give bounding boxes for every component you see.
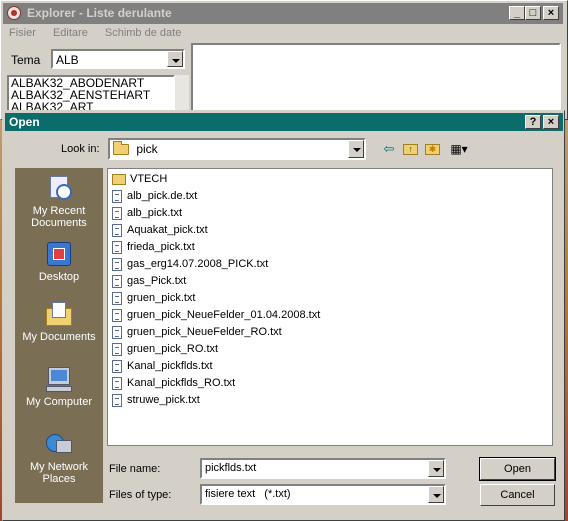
open-button[interactable]: Open bbox=[479, 457, 556, 481]
menu-fisier[interactable]: Fisier bbox=[9, 27, 36, 39]
file-name-input[interactable]: pickflds.txt bbox=[200, 458, 446, 479]
list-item[interactable]: gas_Pick.txt bbox=[112, 273, 186, 289]
file-name-label: File name: bbox=[109, 463, 161, 475]
place-my-network-places[interactable]: My Network Places bbox=[15, 430, 103, 485]
places-bar: My Recent Documents Desktop My Documents… bbox=[15, 168, 103, 503]
text-file-icon bbox=[112, 325, 122, 339]
explorer-title: Explorer - Liste derulante bbox=[27, 6, 172, 20]
desktop-icon bbox=[44, 240, 74, 268]
place-my-documents[interactable]: My Documents bbox=[15, 300, 103, 343]
chevron-down-icon[interactable] bbox=[428, 460, 444, 477]
text-file-icon bbox=[112, 223, 122, 237]
up-folder-icon[interactable]: ↑ bbox=[403, 141, 419, 157]
look-in-value: pick bbox=[136, 142, 158, 156]
text-file-icon bbox=[112, 274, 122, 288]
menu-editare[interactable]: Editare bbox=[53, 27, 88, 39]
files-of-type-value: fisiere text (*.txt) bbox=[205, 488, 291, 500]
tema-label: Tema bbox=[11, 53, 41, 67]
open-dialog: Open ? × Look in: pick ⇦ ↑ ✱ ▦▾ My Recen… bbox=[2, 110, 565, 521]
list-scrollbar[interactable] bbox=[175, 75, 189, 115]
look-in-select[interactable]: pick bbox=[108, 138, 366, 160]
view-menu-icon[interactable]: ▦▾ bbox=[447, 141, 471, 157]
list-item[interactable]: frieda_pick.txt bbox=[112, 239, 195, 255]
list-item[interactable]: Kanal_pickflds.txt bbox=[112, 358, 213, 374]
place-my-computer[interactable]: My Computer bbox=[15, 365, 103, 408]
text-file-icon bbox=[112, 291, 122, 305]
back-icon[interactable]: ⇦ bbox=[381, 141, 397, 157]
maximize-button[interactable]: □ bbox=[525, 6, 541, 20]
chevron-down-icon[interactable] bbox=[167, 51, 183, 67]
explorer-title-bar[interactable]: Explorer - Liste derulante _ □ × bbox=[3, 3, 563, 24]
list-item[interactable]: gas_erg14.07.2008_PICK.txt bbox=[112, 256, 268, 272]
explorer-window: Explorer - Liste derulante _ □ × Fisier … bbox=[0, 0, 568, 120]
list-item[interactable]: VTECH bbox=[112, 171, 167, 187]
tema-value: ALB bbox=[56, 53, 79, 67]
network-places-icon bbox=[44, 430, 74, 458]
place-my-recent-documents[interactable]: My Recent Documents bbox=[15, 174, 103, 229]
tema-select[interactable]: ALB bbox=[51, 49, 185, 69]
text-file-icon bbox=[112, 342, 122, 356]
text-file-icon bbox=[112, 359, 122, 373]
place-label: My Computer bbox=[25, 396, 93, 408]
place-label: My Recent Documents bbox=[31, 205, 87, 229]
list-item[interactable]: gruen_pick_RO.txt bbox=[112, 341, 218, 357]
text-file-icon bbox=[112, 240, 122, 254]
my-documents-icon bbox=[44, 300, 74, 328]
my-computer-icon bbox=[44, 365, 74, 393]
place-label: Desktop bbox=[38, 271, 80, 283]
list-item[interactable]: gruen_pick_NeueFelder_RO.txt bbox=[112, 324, 282, 340]
list-item[interactable]: alb_pick.txt bbox=[112, 205, 182, 221]
list-item[interactable]: gruen_pick.txt bbox=[112, 290, 195, 306]
list-item[interactable]: Aquakat_pick.txt bbox=[112, 222, 208, 238]
files-of-type-label: Files of type: bbox=[109, 489, 172, 501]
app-icon bbox=[7, 6, 21, 20]
new-folder-icon[interactable]: ✱ bbox=[425, 141, 441, 157]
minimize-button[interactable]: _ bbox=[509, 6, 525, 20]
list-item[interactable]: Kanal_pickflds_RO.txt bbox=[112, 375, 235, 391]
chevron-down-icon[interactable] bbox=[428, 486, 444, 503]
folder-icon bbox=[113, 141, 129, 156]
dialog-title: Open bbox=[9, 115, 40, 129]
list-item[interactable]: alb_pick.de.txt bbox=[112, 188, 197, 204]
files-of-type-select[interactable]: fisiere text (*.txt) bbox=[200, 484, 446, 505]
close-window-button[interactable]: × bbox=[543, 6, 559, 20]
close-dialog-button[interactable]: × bbox=[543, 115, 559, 129]
text-file-icon bbox=[112, 189, 122, 203]
text-file-icon bbox=[112, 206, 122, 220]
text-file-icon bbox=[112, 393, 122, 407]
help-button[interactable]: ? bbox=[525, 115, 541, 129]
place-label: My Documents bbox=[22, 331, 96, 343]
file-name-value: pickflds.txt bbox=[205, 462, 257, 474]
content-panel bbox=[191, 43, 561, 115]
menu-schimb-de-date[interactable]: Schimb de date bbox=[105, 27, 181, 39]
cancel-button[interactable]: Cancel bbox=[480, 484, 555, 506]
place-desktop[interactable]: Desktop bbox=[15, 240, 103, 283]
list-item[interactable]: gruen_pick_NeueFelder_01.04.2008.txt bbox=[112, 307, 320, 323]
text-file-icon bbox=[112, 308, 122, 322]
look-in-label: Look in: bbox=[61, 143, 100, 155]
menu-bar: Fisier Editare Schimb de date bbox=[9, 27, 195, 39]
text-file-icon bbox=[112, 257, 122, 271]
recent-documents-icon bbox=[44, 174, 74, 202]
tables-list[interactable]: ALBAK32_ABODENART ALBAK32_AENSTEHART ALB… bbox=[7, 75, 175, 115]
list-item[interactable]: struwe_pick.txt bbox=[112, 392, 200, 408]
dialog-title-bar[interactable]: Open ? × bbox=[5, 113, 563, 131]
text-file-icon bbox=[112, 376, 122, 390]
place-label: My Network Places bbox=[29, 461, 89, 485]
folder-icon bbox=[112, 173, 126, 185]
file-list[interactable]: VTECH alb_pick.de.txt alb_pick.txt Aquak… bbox=[107, 168, 553, 446]
chevron-down-icon[interactable] bbox=[348, 140, 364, 158]
